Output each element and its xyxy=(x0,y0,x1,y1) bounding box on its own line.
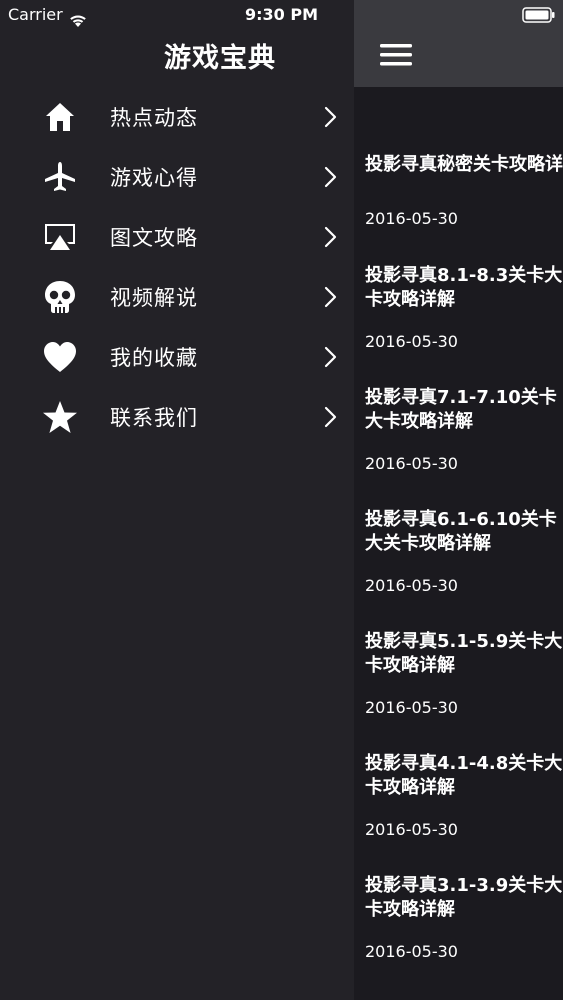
article-title: 投影寻真8.1-8.3关卡大卡攻略详解 xyxy=(365,265,563,310)
menu-item-guides[interactable]: 图文攻略 xyxy=(0,207,354,267)
article-item[interactable]: 投影寻真3.1-3.9关卡大卡攻略详解 2016-05-30 xyxy=(354,874,563,974)
airplay-icon xyxy=(42,219,78,255)
hamburger-menu-icon[interactable] xyxy=(380,42,412,68)
menu-item-label: 视频解说 xyxy=(110,286,198,310)
article-item[interactable]: 投影寻真5.1-5.9关卡大卡攻略详解 2016-05-30 xyxy=(354,630,563,730)
menu-item-game-tips[interactable]: 游戏心得 xyxy=(0,147,354,207)
menu-item-label: 图文攻略 xyxy=(110,226,198,250)
article-title: 投影寻真6.1-6.10关卡大关卡攻略详解 xyxy=(365,509,557,554)
article-item[interactable]: 投影寻真4.1-4.8关卡大卡攻略详解 2016-05-30 xyxy=(354,752,563,852)
heart-icon xyxy=(42,339,78,375)
article-title: 投影寻真秘密关卡攻略详解 xyxy=(365,154,563,175)
menu-item-label: 热点动态 xyxy=(110,106,198,130)
app: 游戏宝典 热点动态 游戏心得 图文攻略 视频解说 我的收藏 联系我们 投影寻真秘… xyxy=(0,0,563,1000)
article-title: 投影寻真3.1-3.9关卡大卡攻略详解 xyxy=(365,875,563,920)
menu-item-label: 游戏心得 xyxy=(110,166,198,190)
menu-item-hot-news[interactable]: 热点动态 xyxy=(0,87,354,147)
home-icon xyxy=(42,99,78,135)
article-date: 2016-05-30 xyxy=(365,209,458,228)
chevron-right-icon xyxy=(322,345,340,369)
article-date: 2016-05-30 xyxy=(365,576,458,595)
article-date: 2016-05-30 xyxy=(365,332,458,351)
menu-item-label: 我的收藏 xyxy=(110,346,198,370)
side-drawer: 游戏宝典 热点动态 游戏心得 图文攻略 视频解说 我的收藏 联系我们 xyxy=(0,0,354,1000)
chevron-right-icon xyxy=(322,165,340,189)
article-title: 投影寻真7.1-7.10关卡大卡攻略详解 xyxy=(365,387,557,432)
menu-item-label: 联系我们 xyxy=(110,406,198,430)
skull-icon xyxy=(42,279,78,315)
article-item[interactable]: 投影寻真秘密关卡攻略详解 2016-05-30 xyxy=(354,87,563,228)
article-date: 2016-05-30 xyxy=(365,454,458,473)
article-list: 投影寻真秘密关卡攻略详解 2016-05-30 xyxy=(354,87,563,228)
article-date: 2016-05-30 xyxy=(365,942,458,961)
status-time: 9:30 PM xyxy=(244,5,318,24)
article-date: 2016-05-30 xyxy=(365,820,458,839)
drawer-menu: 热点动态 游戏心得 图文攻略 视频解说 我的收藏 联系我们 xyxy=(0,87,354,447)
chevron-right-icon xyxy=(322,405,340,429)
article-item[interactable]: 投影寻真8.1-8.3关卡大卡攻略详解 2016-05-30 xyxy=(354,264,563,364)
chevron-right-icon xyxy=(322,225,340,249)
article-title: 投影寻真5.1-5.9关卡大卡攻略详解 xyxy=(365,631,563,676)
menu-item-video-commentary[interactable]: 视频解说 xyxy=(0,267,354,327)
status-bar: Carrier 9:30 PM xyxy=(0,0,563,30)
article-date: 2016-05-30 xyxy=(365,698,458,717)
menu-item-favorites[interactable]: 我的收藏 xyxy=(0,327,354,387)
article-item[interactable]: 投影寻真7.1-7.10关卡大卡攻略详解 2016-05-30 xyxy=(354,386,563,486)
article-item[interactable]: 投影寻真6.1-6.10关卡大关卡攻略详解 2016-05-30 xyxy=(354,508,563,608)
menu-item-contact-us[interactable]: 联系我们 xyxy=(0,387,354,447)
chevron-right-icon xyxy=(322,105,340,129)
airplane-icon xyxy=(42,159,78,195)
article-title: 投影寻真4.1-4.8关卡大卡攻略详解 xyxy=(365,753,563,798)
star-icon xyxy=(42,399,78,435)
chevron-right-icon xyxy=(322,285,340,309)
article-list-panel[interactable]: 投影寻真秘密关卡攻略详解 2016-05-30 投影寻真8.1-8.3关卡大卡攻… xyxy=(354,0,563,1000)
